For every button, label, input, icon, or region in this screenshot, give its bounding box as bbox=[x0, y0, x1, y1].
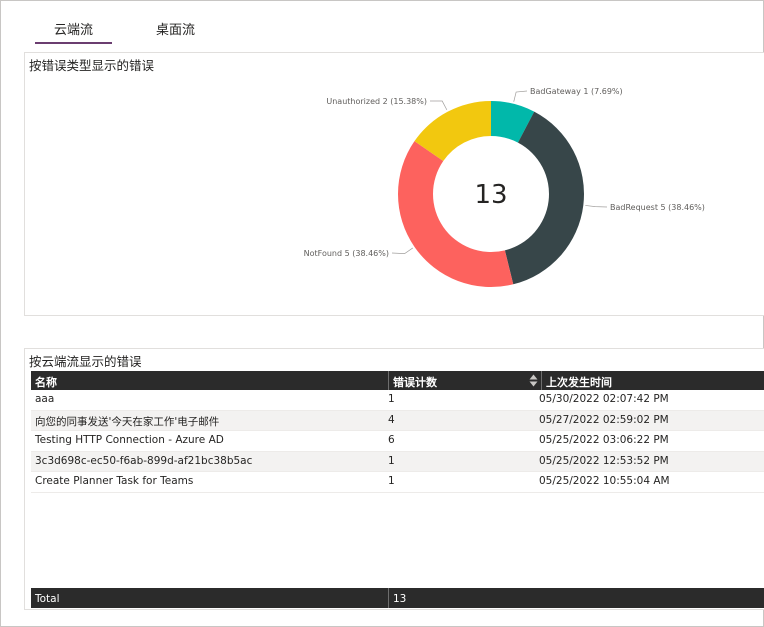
column-header-name[interactable]: 名称 bbox=[35, 374, 57, 390]
cell-last-occurred: 05/25/2022 03:06:22 PM bbox=[539, 434, 669, 446]
cell-name: Create Planner Task for Teams bbox=[35, 475, 194, 487]
column-divider[interactable] bbox=[541, 371, 542, 390]
donut-chart: BadGateway 1 (7.69%) BadRequest 5 (38.46%… bbox=[304, 87, 705, 287]
cell-error-count: 1 bbox=[388, 393, 395, 405]
errors-by-flow-title: 按云端流显示的错误 bbox=[29, 354, 142, 369]
cell-last-occurred: 05/25/2022 10:55:04 AM bbox=[539, 475, 670, 487]
cell-error-count: 4 bbox=[388, 413, 395, 426]
table-row[interactable]: Testing HTTP Connection - Azure AD 6 05/… bbox=[31, 431, 764, 452]
column-header-error-count[interactable]: 错误计数 bbox=[393, 374, 437, 390]
column-header-last-occurred[interactable]: 上次发生时间 bbox=[546, 374, 612, 390]
donut-center-total: 13 bbox=[474, 180, 507, 210]
table-row[interactable]: aaa 1 05/30/2022 02:07:42 PM bbox=[31, 390, 764, 411]
slice-label-badrequest: BadRequest 5 (38.46%) bbox=[610, 203, 705, 212]
sort-icon[interactable] bbox=[529, 374, 538, 387]
cell-last-occurred: 05/27/2022 02:59:02 PM bbox=[539, 413, 669, 426]
table-row[interactable]: 向您的同事发送'今天在家工作'电子邮件 4 05/27/2022 02:59:0… bbox=[31, 410, 764, 431]
column-divider bbox=[388, 588, 389, 608]
cell-name: 3c3d698c-ec50-f6ab-899d-af21bc38b5ac bbox=[35, 454, 253, 467]
cell-error-count: 1 bbox=[388, 454, 395, 467]
table-row[interactable]: Create Planner Task for Teams 1 05/25/20… bbox=[31, 472, 764, 493]
cell-last-occurred: 05/25/2022 12:53:52 PM bbox=[539, 454, 669, 467]
table-total-row: Total 13 bbox=[31, 588, 764, 608]
cell-name: aaa bbox=[35, 393, 55, 405]
cell-last-occurred: 05/30/2022 02:07:42 PM bbox=[539, 393, 669, 405]
column-divider[interactable] bbox=[388, 371, 389, 390]
leader-line bbox=[513, 90, 528, 102]
cell-name: Testing HTTP Connection - Azure AD bbox=[35, 434, 224, 446]
cell-error-count: 6 bbox=[388, 434, 395, 446]
total-value: 13 bbox=[393, 593, 407, 605]
slice-label-notfound: NotFound 5 (38.46%) bbox=[304, 249, 389, 258]
slice-label-unauthorized: Unauthorized 2 (15.38%) bbox=[326, 97, 427, 106]
table-row[interactable]: 3c3d698c-ec50-f6ab-899d-af21bc38b5ac 1 0… bbox=[31, 451, 764, 472]
errors-by-type-card: 按错误类型显示的错误 BadGateway 1 (7.69%) BadReques… bbox=[24, 52, 764, 316]
cell-error-count: 1 bbox=[388, 475, 395, 487]
dashboard-frame: 云端流 桌面流 按错误类型显示的错误 BadGateway 1 (7.69%) B… bbox=[0, 0, 764, 627]
leader-line bbox=[391, 247, 414, 255]
errors-by-flow-card: 按云端流显示的错误 名称 错误计数 上次发生时间 aaa 1 05/30/202… bbox=[24, 348, 764, 610]
leader-line bbox=[429, 100, 448, 111]
cell-name: 向您的同事发送'今天在家工作'电子邮件 bbox=[35, 415, 220, 428]
tab-cloud-flows[interactable]: 云端流 bbox=[34, 19, 113, 44]
donut-slice-notfound[interactable] bbox=[398, 141, 514, 287]
leader-line bbox=[585, 205, 608, 208]
total-label: Total bbox=[35, 593, 60, 605]
table-header: 名称 错误计数 上次发生时间 bbox=[31, 371, 764, 390]
errors-table: 名称 错误计数 上次发生时间 aaa 1 05/30/2022 02:07:42… bbox=[31, 371, 764, 608]
slice-label-badgateway: BadGateway 1 (7.69%) bbox=[530, 87, 623, 96]
tab-desktop-flows[interactable]: 桌面流 bbox=[156, 19, 195, 38]
